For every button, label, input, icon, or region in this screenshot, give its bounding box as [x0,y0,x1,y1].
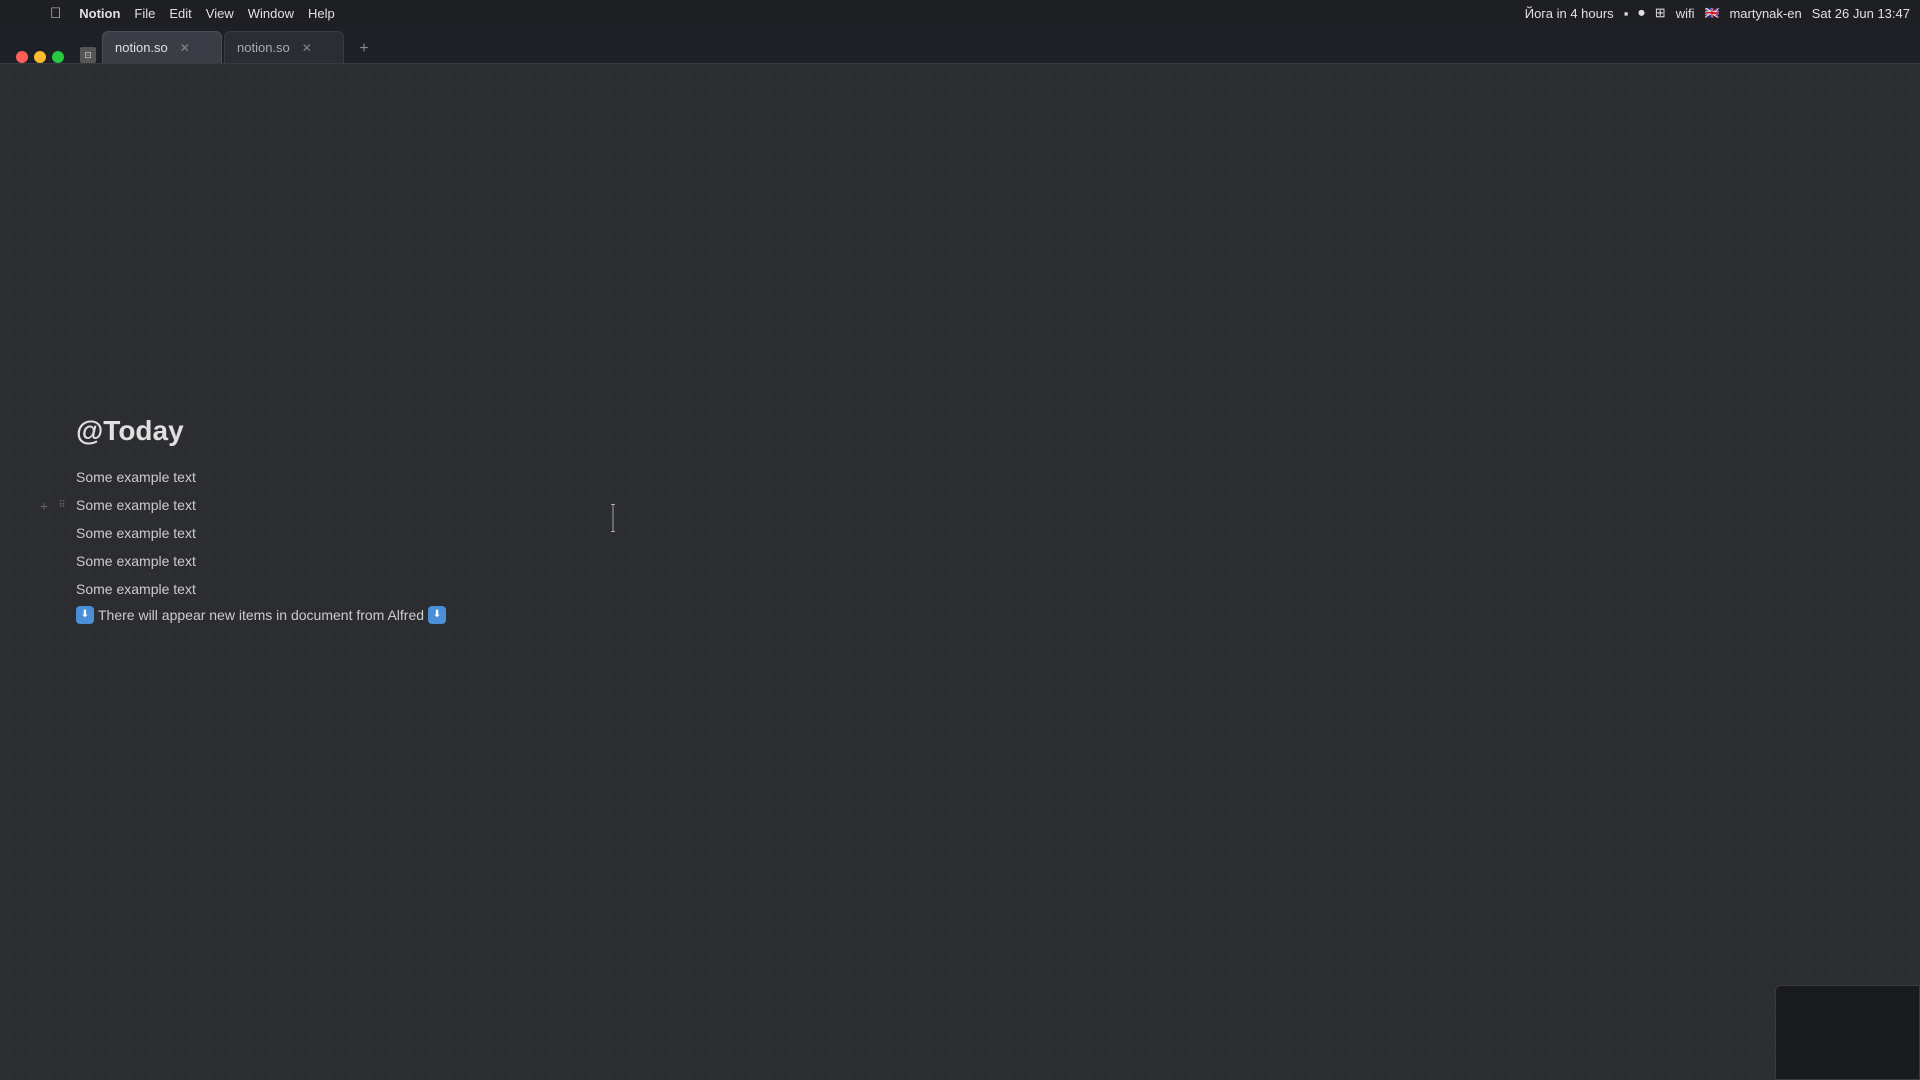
tab-1-label: notion.so [115,40,168,55]
block-row-2: + ⠿ Some example text [76,492,446,520]
record-icon: ⏺ [1638,5,1645,21]
menubar-file[interactable]: File [134,6,155,21]
tab-2-close[interactable]: ✕ [298,39,316,57]
block-text-1[interactable]: Some example text [76,466,196,488]
tabbar: ⊡ notion.so ✕ notion.so ✕ + [0,26,1920,64]
window-traffic-lights [6,51,74,63]
menubar:  Notion File Edit View Window Help Йога… [0,0,1920,26]
menubar-help[interactable]: Help [308,6,335,21]
username: martynak-en [1729,6,1801,21]
menubar-right: Йога in 4 hours ▪ ⏺ ⊞ wifi 🇬🇧 martynak-e… [1525,5,1910,21]
mini-window [1775,985,1920,1080]
datetime: Sat 26 Jun 13:47 [1812,6,1910,21]
menubar-edit[interactable]: Edit [169,6,191,21]
alfred-text: There will appear new items in document … [98,607,424,623]
window-view-icon[interactable]: ⊡ [80,47,96,63]
apple-logo-icon[interactable]:  [50,5,61,22]
block-text-2[interactable]: Some example text [76,494,196,516]
flag-icon: 🇬🇧 [1704,6,1719,20]
menubar-view[interactable]: View [206,6,234,21]
tab-1-close[interactable]: ✕ [176,39,194,57]
block-row-4: Some example text [76,548,446,576]
page-title[interactable]: @Today [76,414,446,448]
page-content: @Today Some example text + ⠿ Some exampl… [76,414,446,626]
block-controls-2: + ⠿ [36,498,70,514]
block-add-icon[interactable]: + [36,498,52,514]
main-content: @Today Some example text + ⠿ Some exampl… [0,64,1920,1080]
minimize-button[interactable] [34,51,46,63]
menubar-left:  Notion File Edit View Window Help [8,5,335,22]
yoga-reminder[interactable]: Йога in 4 hours [1525,6,1614,21]
close-button[interactable] [16,51,28,63]
tab-2-label: notion.so [237,40,290,55]
maximize-button[interactable] [52,51,64,63]
menubar-app-name[interactable]: Notion [79,6,120,21]
tab-2[interactable]: notion.so ✕ [224,31,344,63]
block-row-1: Some example text [76,464,446,492]
grid-icon: ⊞ [1655,5,1666,21]
block-text-5[interactable]: Some example text [76,578,196,600]
text-cursor [609,504,617,538]
block-row-5: Some example text [76,576,446,604]
screen-icon: ▪ [1624,6,1629,21]
block-text-3[interactable]: Some example text [76,522,196,544]
alfred-line: ⬇ There will appear new items in documen… [76,604,446,626]
wifi-icon: wifi [1676,6,1695,21]
new-tab-button[interactable]: + [350,35,378,63]
block-drag-icon[interactable]: ⠿ [54,498,70,514]
tab-1[interactable]: notion.so ✕ [102,31,222,63]
alfred-icon-left: ⬇ [76,606,94,624]
block-text-4[interactable]: Some example text [76,550,196,572]
block-row-3: Some example text [76,520,446,548]
alfred-icon-right: ⬇ [428,606,446,624]
menubar-window[interactable]: Window [248,6,294,21]
